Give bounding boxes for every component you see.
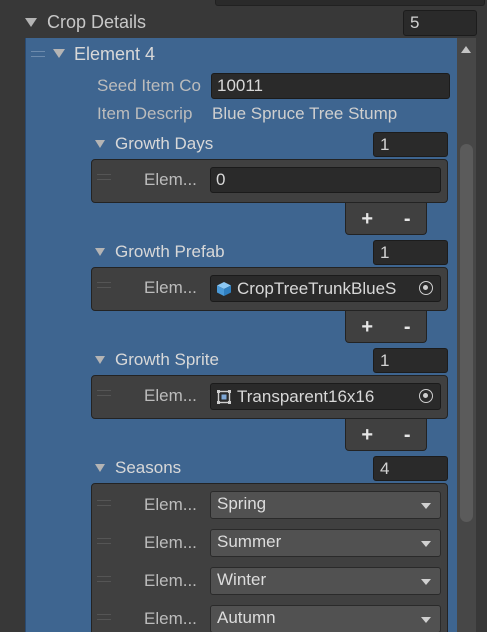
- growth-prefab-value: CropTreeTrunkBlueS: [237, 279, 397, 298]
- season-element-label: Elem...: [144, 571, 197, 590]
- chevron-down-icon: [421, 503, 431, 509]
- chevron-down-icon: [421, 541, 431, 547]
- growth-prefab-object-field[interactable]: CropTreeTrunkBlueS: [210, 275, 441, 302]
- foldout-arrow-icon[interactable]: [95, 464, 105, 472]
- chevron-down-icon: [421, 579, 431, 585]
- drag-handle-icon[interactable]: [97, 538, 111, 544]
- growth-days-element-field[interactable]: 0: [210, 167, 441, 193]
- foldout-arrow-icon[interactable]: [95, 356, 105, 364]
- scroll-up-arrow-icon[interactable]: [461, 46, 471, 53]
- inspector-window: Crop Details 5 Element 4 Seed Item Co 10…: [0, 0, 487, 632]
- growth-days-element-label: Elem...: [144, 170, 197, 189]
- scrollbar-thumb[interactable]: [460, 144, 473, 522]
- foldout-arrow-icon[interactable]: [25, 18, 37, 27]
- season-dropdown-summer[interactable]: Summer: [210, 529, 441, 557]
- growth-prefab-add-remove: + -: [345, 311, 427, 343]
- season-dropdown-spring[interactable]: Spring: [210, 491, 441, 519]
- dropdown-value: Summer: [217, 532, 282, 551]
- seed-item-code-label: Seed Item Co: [97, 76, 201, 95]
- crop-details-size-field[interactable]: 5: [403, 10, 477, 36]
- growth-sprite-value: Transparent16x16: [237, 387, 375, 406]
- growth-sprite-object-field[interactable]: Transparent16x16: [210, 383, 441, 410]
- growth-days-add-remove: + -: [345, 203, 427, 235]
- growth-days-label: Growth Days: [115, 134, 214, 153]
- prefab-cube-icon: [217, 282, 231, 296]
- dropdown-value: Winter: [217, 570, 267, 589]
- foldout-arrow-icon[interactable]: [53, 49, 65, 58]
- season-element-label: Elem...: [144, 533, 197, 552]
- drag-handle-icon[interactable]: [97, 174, 111, 180]
- add-button[interactable]: +: [361, 317, 373, 337]
- chevron-down-icon: [421, 617, 431, 623]
- growth-sprite-label: Growth Sprite: [115, 350, 219, 369]
- seasons-label: Seasons: [115, 458, 182, 477]
- add-button[interactable]: +: [361, 209, 373, 229]
- remove-button[interactable]: -: [404, 209, 411, 229]
- drag-handle-icon[interactable]: [31, 51, 45, 57]
- seasons-size-field[interactable]: 4: [373, 456, 448, 481]
- dropdown-value: Autumn: [217, 608, 276, 627]
- drag-handle-icon[interactable]: [97, 614, 111, 620]
- remove-button[interactable]: -: [404, 425, 411, 445]
- crop-details-label: Crop Details: [47, 12, 147, 32]
- season-dropdown-autumn[interactable]: Autumn: [210, 605, 441, 632]
- growth-sprite-add-remove: + -: [345, 419, 427, 451]
- foldout-arrow-icon[interactable]: [95, 140, 105, 148]
- remove-button[interactable]: -: [404, 317, 411, 337]
- drag-handle-icon[interactable]: [97, 390, 111, 396]
- growth-prefab-size-field[interactable]: 1: [373, 240, 448, 265]
- item-description-value: Blue Spruce Tree Stump: [212, 104, 398, 123]
- growth-prefab-element-label: Elem...: [144, 278, 197, 297]
- element-4-label: Element 4: [74, 44, 156, 64]
- drag-handle-icon[interactable]: [97, 576, 111, 582]
- season-element-label: Elem...: [144, 609, 197, 628]
- previous-field-remnant: [215, 0, 485, 6]
- growth-days-size-field[interactable]: 1: [373, 132, 448, 157]
- sprite-icon: [217, 390, 231, 404]
- season-element-label: Elem...: [144, 495, 197, 514]
- growth-sprite-size-field[interactable]: 1: [373, 348, 448, 373]
- object-picker-target-icon[interactable]: [419, 281, 433, 295]
- item-description-label: Item Descrip: [97, 104, 193, 123]
- add-button[interactable]: +: [361, 425, 373, 445]
- growth-sprite-element-label: Elem...: [144, 386, 197, 405]
- dropdown-value: Spring: [217, 494, 267, 513]
- season-dropdown-winter[interactable]: Winter: [210, 567, 441, 595]
- growth-prefab-label: Growth Prefab: [115, 242, 225, 261]
- drag-handle-icon[interactable]: [97, 282, 111, 288]
- seed-item-code-field[interactable]: 10011: [211, 73, 450, 99]
- foldout-arrow-icon[interactable]: [95, 248, 105, 256]
- object-picker-target-icon[interactable]: [419, 389, 433, 403]
- drag-handle-icon[interactable]: [97, 500, 111, 506]
